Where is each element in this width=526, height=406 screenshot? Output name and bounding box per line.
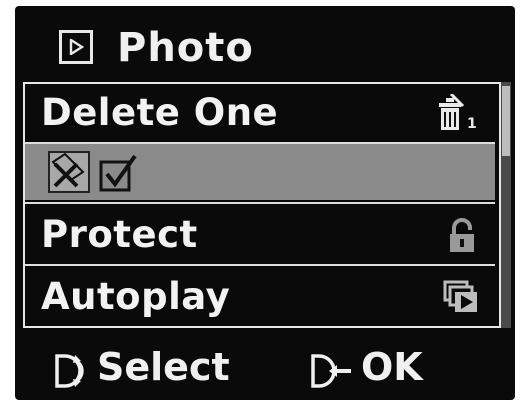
press-dial-icon	[309, 352, 355, 394]
camera-screen: Photo Delete One 1 Protect Autoplay Sele…	[15, 6, 515, 400]
menu-item-label: Delete One	[41, 91, 279, 134]
title-bar: Photo	[15, 6, 515, 82]
menu-item-delete-one[interactable]: Delete One 1	[25, 84, 495, 142]
menu-item-delete-options[interactable]	[25, 144, 495, 200]
slideshow-icon	[443, 280, 479, 318]
divider	[25, 264, 495, 266]
cancel-icon[interactable]	[47, 150, 91, 198]
footer-hints: Select OK	[15, 336, 515, 400]
menu-item-label: Protect	[41, 213, 198, 256]
svg-text:1: 1	[467, 116, 477, 132]
dial-icon	[53, 352, 91, 394]
scrollbar[interactable]	[501, 82, 511, 328]
menu-item-protect[interactable]: Protect	[25, 206, 495, 264]
delete-one-icon: 1	[437, 92, 481, 138]
scrollbar-thumb[interactable]	[502, 86, 510, 156]
ok-hint-label: OK	[361, 345, 423, 389]
confirm-icon[interactable]	[97, 150, 141, 198]
menu-item-autoplay[interactable]: Autoplay	[25, 268, 495, 326]
lock-icon	[447, 218, 477, 258]
select-hint-label: Select	[97, 345, 230, 389]
page-title: Photo	[117, 25, 254, 71]
menu-item-label: Autoplay	[41, 275, 231, 318]
playback-icon	[59, 30, 93, 64]
divider	[25, 202, 495, 204]
